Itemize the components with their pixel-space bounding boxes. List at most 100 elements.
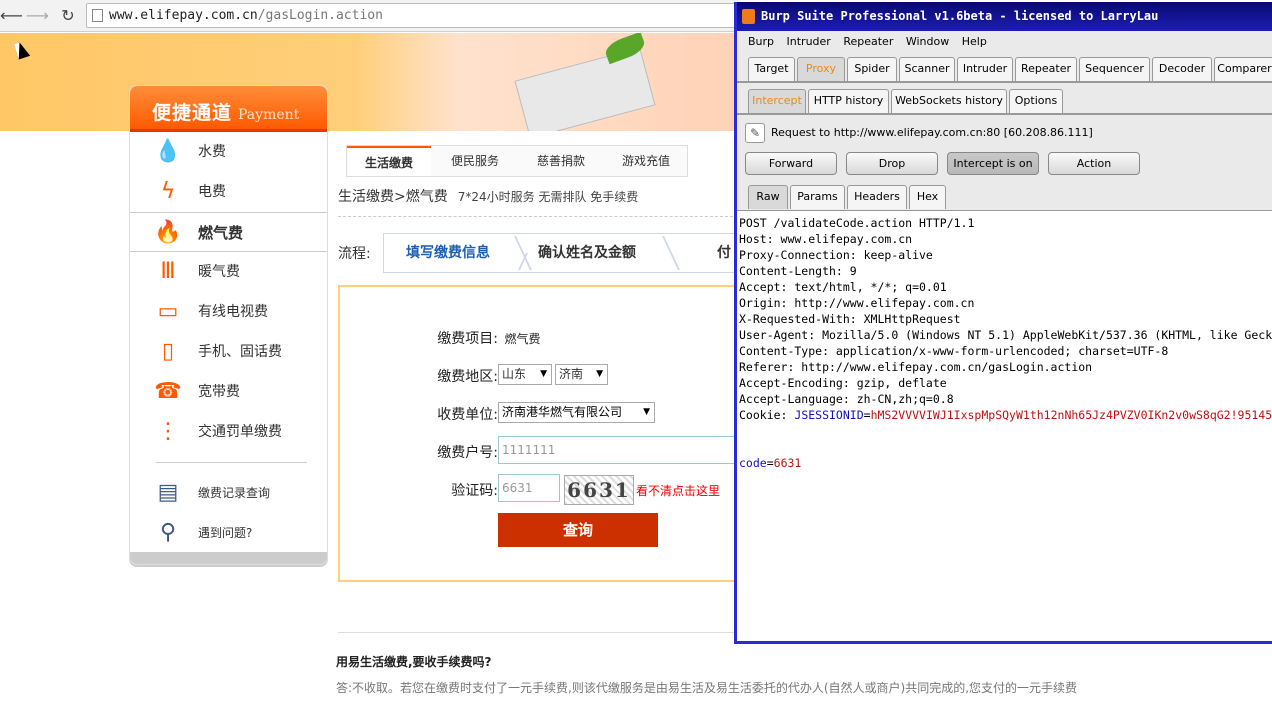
city-value: 济南 [559,367,584,381]
sidebar-item-label: 暖气费 [198,264,240,280]
screen: ⟵ ⟶ ↻ www.elifepay.com.cn/gasLogin.actio… [0,0,1272,707]
burp-window: Burp Suite Professional v1.6beta - licen… [734,2,1272,644]
forward-arrow-icon[interactable]: ⟶ [26,5,49,27]
tab-spider[interactable]: Spider [847,57,897,81]
tab-hex[interactable]: Hex [909,185,946,209]
tab-charity[interactable]: 慈善捐款 [519,146,603,176]
request-target: Request to http://www.elifepay.com.cn:80… [771,126,1093,139]
sidebar-item[interactable]: 💧 水费 [130,132,327,172]
sidebar-title: 便捷通道 [152,102,233,124]
item-label: 缴费项目: [437,331,498,347]
drop-button[interactable]: Drop [846,152,938,175]
tab-params[interactable]: Params [790,185,845,209]
cookie-line: Cookie: JSESSIONID=hMS2VVVVIWJ1IxspMpSQy… [739,407,1272,423]
request-line: POST /validateCode.action HTTP/1.1 [739,216,975,230]
sidebar-item[interactable]: 🔥 燃气费 [130,212,327,252]
burp-main-tabs: Target Proxy Spider Scanner Intruder Rep… [737,57,1272,81]
url-host: www.elifepay.com.cn [109,8,258,23]
reload-icon[interactable]: ↻ [57,5,79,27]
menu-window[interactable]: Window [906,35,949,48]
query-button[interactable]: 查询 [498,513,658,547]
intercept-toggle-button[interactable]: Intercept is on [947,152,1039,175]
sidebar-item[interactable]: ▯ 手机、固话费 [130,332,327,372]
request-editor[interactable]: POST /validateCode.action HTTP/1.1 Host: … [737,210,1272,641]
captcha-refresh-link[interactable]: 看不清点击这里 [636,482,720,499]
tab-http-history[interactable]: HTTP history [808,89,889,113]
burp-menubar: Burp Intruder Repeater Window Help [737,31,1272,52]
url-path: /gasLogin.action [257,8,383,23]
tab-divider [737,113,1272,115]
request-line: User-Agent: Mozilla/5.0 (Windows NT 5.1)… [739,328,1272,342]
address-bar[interactable]: www.elifepay.com.cn/gasLogin.action [86,3,736,28]
breadcrumb: 生活缴费>燃气费 7*24小时服务 无需排队 免手续费 [338,186,638,206]
page-icon [92,9,103,22]
tab-headers[interactable]: Headers [847,185,907,209]
tab-proxy[interactable]: Proxy [797,57,845,81]
request-line: Accept-Encoding: gzip, deflate [739,376,947,390]
sidebar-item-label: 交通罚单缴费 [198,424,282,440]
request-line: Origin: http://www.elifepay.com.cn [739,296,975,310]
sidebar-item-label: 手机、固话费 [198,344,282,360]
request-line: Content-Type: application/x-www-form-url… [739,344,1169,358]
tv-icon: ▭ [157,299,179,324]
sidebar-title-en: Payment [238,107,300,123]
captcha-image[interactable]: 6631 [564,475,634,505]
captcha-input[interactable]: 6631 [498,474,560,502]
tab-repeater[interactable]: Repeater [1015,57,1077,81]
form-row-region: 缴费地区: [420,366,498,386]
captcha-label: 验证码: [451,483,498,499]
category-tabs: 生活缴费 便民服务 慈善捐款 游戏充值 [346,145,688,177]
region-label: 缴费地区: [437,369,498,385]
telephone-icon: ☎ [154,379,182,404]
tab-intruder[interactable]: Intruder [957,57,1013,81]
province-select[interactable]: 山东 ▼ [498,364,552,385]
sidebar-item[interactable]: ϟ 电费 [130,172,327,212]
tab-websockets-history[interactable]: WebSockets history [891,89,1007,113]
chevron-down-icon: ▼ [643,407,650,417]
tab-comparer[interactable]: Comparer [1214,57,1272,81]
menu-repeater[interactable]: Repeater [843,35,893,48]
back-arrow-icon[interactable]: ⟵ [0,5,23,27]
sidebar-item[interactable]: Ⅲ 暖气费 [130,252,327,292]
breadcrumb-path: 生活缴费>燃气费 [338,189,448,205]
browser-toolbar: ⟵ ⟶ ↻ www.elifepay.com.cn/gasLogin.actio… [0,0,740,32]
sidebar-header: 便捷通道 Payment [130,86,327,132]
sidebar-item[interactable]: ▭ 有线电视费 [130,292,327,332]
request-line: Accept: text/html, */*; q=0.01 [739,280,947,294]
pencil-icon[interactable]: ✎ [745,123,765,143]
tab-options[interactable]: Options [1009,89,1063,113]
action-button[interactable]: Action [1048,152,1140,175]
sidebar-link-label: 遇到问题? [198,526,253,540]
request-line: Content-Length: 9 [739,264,857,278]
traffic-light-icon: ⋮ [157,419,179,444]
tab-target[interactable]: Target [748,57,795,81]
tab-convenience[interactable]: 便民服务 [433,146,517,176]
sidebar-divider [156,462,307,463]
sidebar-link[interactable]: ⚲ 遇到问题? [130,513,327,553]
city-select[interactable]: 济南 ▼ [555,364,608,385]
tab-game-topup[interactable]: 游戏充值 [605,146,687,176]
burp-title-bar: Burp Suite Professional v1.6beta - licen… [737,2,1272,31]
sidebar-link[interactable]: ▤ 缴费记录查询 [130,473,327,513]
sidebar-item[interactable]: ⋮ 交通罚单缴费 [130,412,327,452]
divider [338,632,738,633]
account-input[interactable]: 1111111 [498,436,758,464]
cookie-name: JSESSIONID [794,408,864,422]
step-pay: 付 [717,245,731,261]
tab-raw[interactable]: Raw [748,185,788,209]
tab-decoder[interactable]: Decoder [1152,57,1212,81]
unit-select[interactable]: 济南港华燃气有限公司 ▼ [498,402,655,423]
tab-sequencer[interactable]: Sequencer [1079,57,1150,81]
menu-help[interactable]: Help [962,35,987,48]
tab-intercept[interactable]: Intercept [748,89,806,113]
tab-life-payment[interactable]: 生活缴费 [347,146,431,176]
forward-button[interactable]: Forward [745,152,837,175]
request-line: Accept-Language: zh-CN,zh;q=0.8 [739,392,954,406]
payment-form: 缴费项目: 燃气费 缴费地区: 山东 ▼ 济南 ▼ 收费单位: 济南港华燃气有限公司… [338,285,758,582]
menu-burp[interactable]: Burp [748,35,774,48]
tab-scanner[interactable]: Scanner [899,57,955,81]
unit-value: 济南港华燃气有限公司 [502,405,623,419]
sidebar-item[interactable]: ☎ 宽带费 [130,372,327,412]
menu-intruder[interactable]: Intruder [787,35,831,48]
